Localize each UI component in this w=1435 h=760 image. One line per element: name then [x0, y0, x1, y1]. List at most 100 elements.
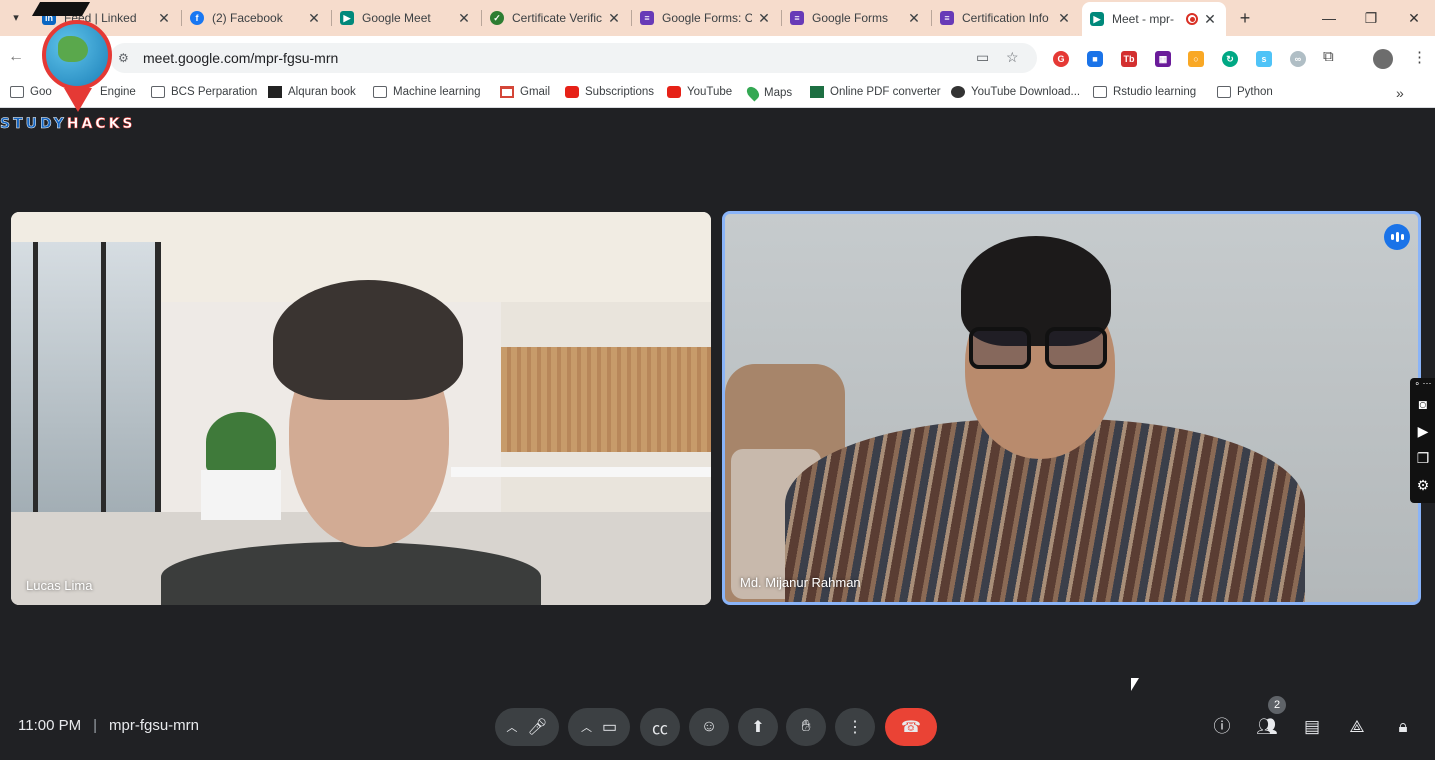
- participant-tile-active-speaker[interactable]: Md. Mijanur Rahman: [722, 211, 1421, 605]
- logo-landmass: [58, 36, 88, 62]
- background-table: [451, 467, 711, 477]
- bookmark-item[interactable]: Python: [1217, 86, 1273, 98]
- extension-green-icon[interactable]: ↻: [1222, 51, 1238, 67]
- hand-icon: ✋︎: [801, 718, 811, 735]
- participant-hair: [273, 280, 463, 400]
- meeting-time: 11:00 PM: [18, 717, 82, 734]
- tab-meet-active[interactable]: ▶ Meet - mpr- ✕: [1082, 2, 1226, 36]
- chat-icon[interactable]: ▤: [1299, 714, 1325, 740]
- address-url[interactable]: meet.google.com/mpr-fgsu-mrn: [143, 50, 338, 66]
- bookmark-item[interactable]: BCS Perparation: [151, 86, 257, 98]
- background-planter: [201, 470, 281, 520]
- captions-button[interactable]: ㏄: [640, 708, 680, 746]
- location-pin-icon: [64, 88, 92, 112]
- window-frame: [33, 242, 38, 557]
- tab-certification-info[interactable]: ≡ Certification Info ✕: [932, 4, 1080, 32]
- camera-control[interactable]: ︿ ▭: [568, 708, 630, 746]
- bookmark-item[interactable]: Online PDF converter: [810, 86, 941, 98]
- bookmark-item[interactable]: YouTube Download...: [951, 86, 1080, 98]
- raise-hand-button[interactable]: ✋︎: [786, 708, 826, 746]
- bookmark-item[interactable]: Maps: [744, 84, 792, 102]
- address-bar[interactable]: ⚙ meet.google.com/mpr-fgsu-mrn ▭ ☆: [110, 43, 1037, 73]
- extension-grammar-icon[interactable]: G: [1053, 51, 1069, 67]
- extension-red-icon[interactable]: Tb: [1121, 51, 1137, 67]
- profile-avatar[interactable]: [1373, 49, 1393, 69]
- speaking-indicator-icon: [1384, 224, 1410, 250]
- bookmark-item[interactable]: YouTube: [667, 86, 732, 98]
- microphone-icon[interactable]: 🎤︎: [527, 717, 547, 737]
- tab-google-forms-2[interactable]: ≡ Google Forms ✕: [782, 4, 930, 32]
- chevron-up-icon[interactable]: ︿: [581, 719, 592, 735]
- window-overlay-icon[interactable]: ❐: [1413, 450, 1433, 468]
- extension-grey-icon[interactable]: ∞: [1290, 51, 1306, 67]
- bookmark-item[interactable]: Machine learning: [373, 86, 481, 98]
- tab-google-meet[interactable]: ▶ Google Meet ✕: [332, 4, 480, 32]
- new-tab-plus-icon[interactable]: +: [1234, 7, 1256, 29]
- mouse-cursor-icon: [1131, 678, 1139, 691]
- leave-call-button[interactable]: ☎︎: [885, 708, 937, 746]
- activities-icon[interactable]: ⟁: [1344, 714, 1370, 740]
- reactions-button[interactable]: ☺: [689, 708, 729, 746]
- tab-facebook[interactable]: f (2) Facebook ✕: [182, 4, 330, 32]
- extension-cyan-icon[interactable]: s: [1256, 51, 1272, 67]
- people-icon[interactable]: 👥︎: [1254, 714, 1280, 740]
- divider: |: [93, 717, 97, 734]
- forms-icon: ≡: [640, 11, 654, 25]
- gmail-icon: [500, 86, 514, 98]
- restore-icon[interactable]: ❐: [1358, 6, 1384, 30]
- folder-icon: [373, 86, 387, 98]
- meeting-code: mpr-fgsu-mrn: [109, 717, 200, 734]
- tab-close-icon[interactable]: ✕: [756, 10, 772, 27]
- meeting-info-icon[interactable]: ⓘ: [1209, 714, 1235, 740]
- extension-blue-icon[interactable]: ■: [1087, 51, 1103, 67]
- forms-icon: ≡: [940, 11, 954, 25]
- globe-icon: [951, 86, 965, 98]
- more-dots-icon[interactable]: ∘ ⋯: [1413, 378, 1433, 396]
- more-options-button[interactable]: ⋮: [835, 708, 875, 746]
- present-screen-icon: ⬆: [751, 719, 765, 736]
- more-vertical-icon: ⋮: [847, 719, 863, 736]
- chevron-up-icon[interactable]: ︿: [506, 719, 517, 735]
- settings-gear-icon[interactable]: ⚙: [1413, 477, 1433, 495]
- tab-close-icon[interactable]: ✕: [306, 10, 322, 27]
- camera-in-use-icon[interactable]: ▭: [976, 49, 989, 66]
- tab-close-icon[interactable]: ✕: [1056, 10, 1072, 27]
- tab-close-icon[interactable]: ✕: [606, 10, 622, 27]
- meet-icon: ▶: [340, 11, 354, 25]
- tab-close-icon[interactable]: ✕: [1202, 11, 1218, 28]
- tab-close-icon[interactable]: ✕: [456, 10, 472, 27]
- camera-icon[interactable]: ▭: [602, 717, 617, 737]
- forms-icon: ≡: [790, 11, 804, 25]
- extensions-puzzle-icon[interactable]: ⧉: [1323, 48, 1334, 65]
- end-call-icon: ☎︎: [901, 719, 921, 736]
- certificate-icon: ✓: [490, 11, 504, 25]
- bookmarks-overflow-icon[interactable]: »: [1396, 85, 1404, 101]
- participant-name: Md. Mijanur Rahman: [740, 575, 861, 590]
- tab-certificate-verification[interactable]: ✓ Certificate Verific ✕: [482, 4, 630, 32]
- bookmark-item[interactable]: Alquran book: [268, 86, 356, 98]
- bookmark-star-icon[interactable]: ☆: [1006, 49, 1019, 66]
- meet-icon: ▶: [1090, 12, 1104, 26]
- floating-side-toolbar: ∘ ⋯ ◙ ▶ ❐ ⚙: [1410, 378, 1435, 503]
- window-frame: [101, 242, 106, 557]
- screenshot-camera-icon[interactable]: ◙: [1413, 396, 1433, 414]
- browser-menu-icon[interactable]: ⋮: [1412, 48, 1427, 66]
- window-close-icon[interactable]: ✕: [1401, 6, 1427, 30]
- browser-toolbar: ← ⚙ meet.google.com/mpr-fgsu-mrn ▭ ☆ G ■…: [0, 36, 1435, 80]
- extension-grid-icon[interactable]: ▦: [1155, 51, 1171, 67]
- bookmark-item[interactable]: Subscriptions: [565, 86, 654, 98]
- microphone-control[interactable]: ︿ 🎤︎: [495, 708, 559, 746]
- bookmarks-bar: Goo Engine BCS Perparation Alquran book …: [0, 80, 1435, 108]
- tab-close-icon[interactable]: ✕: [906, 10, 922, 27]
- tab-google-forms-1[interactable]: ≡ Google Forms: O ✕: [632, 4, 780, 32]
- host-controls-lock-icon[interactable]: 🔒︎: [1390, 714, 1416, 740]
- participant-tile[interactable]: Lucas Lima: [11, 212, 711, 605]
- extension-yellow-icon[interactable]: ○: [1188, 51, 1204, 67]
- bookmark-item[interactable]: Rstudio learning: [1093, 86, 1196, 98]
- book-icon: [268, 86, 282, 98]
- present-screen-button[interactable]: ⬆: [738, 708, 778, 746]
- bookmark-item[interactable]: Gmail: [500, 86, 550, 98]
- minimize-icon[interactable]: —: [1316, 6, 1342, 30]
- video-record-icon[interactable]: ▶: [1413, 423, 1433, 441]
- background-wood-panel: [501, 347, 711, 452]
